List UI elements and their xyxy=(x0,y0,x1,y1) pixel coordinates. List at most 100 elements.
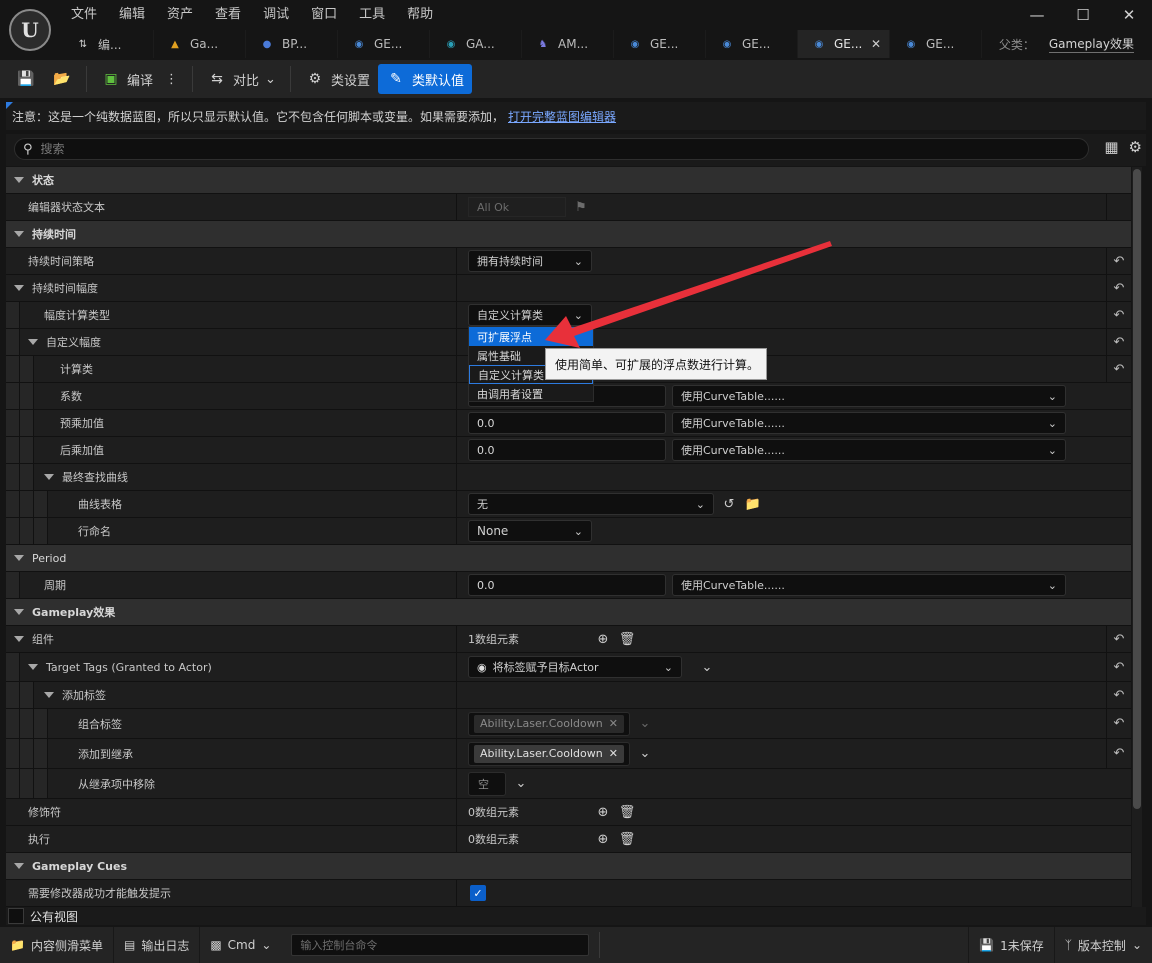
trash-icon[interactable]: 🗑 xyxy=(618,803,636,821)
reset-to-default-icon[interactable]: ↶ xyxy=(1106,302,1131,328)
chevron-down-icon[interactable] xyxy=(44,474,54,480)
chevron-down-icon[interactable] xyxy=(14,177,24,183)
details-scrollbar[interactable] xyxy=(1132,167,1142,907)
search-input[interactable] xyxy=(40,142,1041,156)
menu-asset[interactable]: 资产 xyxy=(156,0,204,30)
property-row[interactable]: 最终查找曲线 xyxy=(6,464,1131,491)
category-gameplay-cues[interactable]: Gameplay Cues xyxy=(6,853,1131,880)
reset-to-default-icon[interactable]: ↶ xyxy=(1106,275,1131,301)
curve-table-combo[interactable]: 使用CurveTable...... ⌄ xyxy=(672,385,1066,407)
use-selected-asset-icon[interactable]: ↺ xyxy=(720,495,738,513)
chevron-down-icon[interactable] xyxy=(14,609,24,615)
scrollbar-thumb[interactable] xyxy=(1133,169,1141,809)
parent-class-link[interactable]: Gameplay效果 xyxy=(1048,35,1134,53)
trash-icon[interactable]: 🗑 xyxy=(618,830,636,848)
document-tab[interactable]: ♞ AM... xyxy=(522,30,614,58)
reset-to-default-icon[interactable]: ↶ xyxy=(1106,739,1131,768)
dropdown-option-set-by-caller[interactable]: 由调用者设置 xyxy=(469,384,593,403)
document-tab[interactable]: ● BP... xyxy=(246,30,338,58)
reset-to-default-icon[interactable]: ↶ xyxy=(1106,329,1131,355)
compile-button[interactable]: ▣ 编译 ⋮ xyxy=(93,64,186,94)
chevron-down-icon[interactable] xyxy=(14,555,24,561)
magnitude-calc-type-combo[interactable]: 自定义计算类 ⌄ xyxy=(468,304,592,326)
minimize-icon[interactable]: — xyxy=(1014,0,1060,30)
class-settings-button[interactable]: ⚙ 类设置 xyxy=(297,64,378,94)
document-tab[interactable]: ▲ Ga... xyxy=(154,30,246,58)
document-tab[interactable]: ◉ GE... xyxy=(890,30,982,58)
edit-tags-chevron-icon[interactable]: ⌄ xyxy=(512,775,530,793)
unsaved-button[interactable]: 💾 1未保存 xyxy=(968,927,1055,963)
cmd-selector[interactable]: ▩ Cmd ⌄ xyxy=(200,927,281,963)
property-row[interactable]: 持续时间幅度 ↶ xyxy=(6,275,1131,302)
chevron-down-icon[interactable] xyxy=(28,664,38,670)
close-tab-icon[interactable]: ✕ xyxy=(871,37,881,51)
add-element-icon[interactable]: ⊕ xyxy=(594,630,612,648)
menu-debug[interactable]: 调试 xyxy=(252,0,300,30)
chevron-down-icon[interactable] xyxy=(14,231,24,237)
trash-icon[interactable]: 🗑 xyxy=(618,630,636,648)
output-log-button[interactable]: ▤ 输出日志 xyxy=(114,927,201,963)
menu-help[interactable]: 帮助 xyxy=(396,0,444,30)
unreal-logo-icon[interactable]: U xyxy=(9,9,51,51)
category-duration[interactable]: 持续时间 xyxy=(6,221,1131,248)
add-inherited-tags-container[interactable]: Ability.Laser.Cooldown ✕ xyxy=(468,741,630,766)
diff-button[interactable]: ⇆ 对比 ⌄ xyxy=(199,64,284,94)
menu-view[interactable]: 查看 xyxy=(204,0,252,30)
curve-table-asset-combo[interactable]: 无 ⌄ xyxy=(468,493,714,515)
curve-table-combo[interactable]: 使用CurveTable...... ⌄ xyxy=(672,439,1066,461)
reset-to-default-icon[interactable]: ↶ xyxy=(1106,248,1131,274)
element-options-chevron-icon[interactable]: ⌄ xyxy=(698,658,716,676)
document-tab[interactable]: ◉ GE... ✕ xyxy=(798,30,890,58)
chevron-down-icon[interactable] xyxy=(14,285,24,291)
maximize-icon[interactable]: ☐ xyxy=(1060,0,1106,30)
add-element-icon[interactable]: ⊕ xyxy=(594,803,612,821)
save-button[interactable]: 💾 xyxy=(8,64,44,94)
document-tab[interactable]: ◉ GE... xyxy=(338,30,430,58)
property-row[interactable]: Target Tags (Granted to Actor) ◉ 将标签赋予目标A… xyxy=(6,653,1131,682)
pre-multiply-input[interactable]: 0.0 xyxy=(468,412,666,434)
menu-window[interactable]: 窗口 xyxy=(300,0,348,30)
period-input[interactable]: 0.0 xyxy=(468,574,666,596)
row-name-combo[interactable]: None ⌄ xyxy=(468,520,592,542)
open-full-editor-link[interactable]: 打开完整蓝图编辑器 xyxy=(508,108,616,125)
category-gameplay-effect[interactable]: Gameplay效果 xyxy=(6,599,1131,626)
document-tab[interactable]: ◉ GA... xyxy=(430,30,522,58)
remove-inherited-tags-container[interactable]: 空 xyxy=(468,771,506,796)
dropdown-option-scalable-float[interactable]: 可扩展浮点 xyxy=(469,327,593,346)
remove-tag-icon[interactable]: ✕ xyxy=(609,747,618,760)
close-window-icon[interactable]: ✕ xyxy=(1106,0,1152,30)
chevron-down-icon[interactable] xyxy=(14,636,24,642)
chevron-down-icon[interactable] xyxy=(28,339,38,345)
edit-tags-chevron-icon[interactable]: ⌄ xyxy=(636,745,654,763)
category-period[interactable]: Period xyxy=(6,545,1131,572)
menu-file[interactable]: 文件 xyxy=(60,0,108,30)
document-tab[interactable]: ◉ GE... xyxy=(706,30,798,58)
menu-tools[interactable]: 工具 xyxy=(348,0,396,30)
reset-to-default-icon[interactable]: ↶ xyxy=(1106,653,1131,681)
chevron-down-icon[interactable] xyxy=(44,692,54,698)
console-command-input[interactable] xyxy=(292,935,589,955)
document-tab[interactable]: ⇅ 编... xyxy=(62,30,154,58)
category-status[interactable]: 状态 xyxy=(6,167,1131,194)
document-tab[interactable]: ◉ GE... xyxy=(614,30,706,58)
compile-options-icon[interactable]: ⋮ xyxy=(165,72,178,87)
reset-to-default-icon[interactable]: ↶ xyxy=(1106,626,1131,652)
add-element-icon[interactable]: ⊕ xyxy=(594,830,612,848)
curve-table-combo[interactable]: 使用CurveTable...... ⌄ xyxy=(672,412,1066,434)
duration-policy-combo[interactable]: 拥有持续时间 ⌄ xyxy=(468,250,592,272)
require-success-checkbox[interactable]: ✓ xyxy=(470,885,486,901)
browse-button[interactable]: 📂 xyxy=(44,64,80,94)
property-row[interactable]: 添加标签 ↶ xyxy=(6,682,1131,709)
content-drawer-button[interactable]: 📁 内容侧滑菜单 xyxy=(0,927,114,963)
settings-gear-icon[interactable]: ⚙ xyxy=(1129,138,1142,156)
browse-asset-icon[interactable]: 📁 xyxy=(744,495,762,513)
class-defaults-button[interactable]: ✎ 类默认值 xyxy=(377,64,472,94)
reset-to-default-icon[interactable]: ↶ xyxy=(1106,682,1131,708)
component-class-combo[interactable]: ◉ 将标签赋予目标Actor ⌄ xyxy=(468,656,682,678)
curve-table-combo[interactable]: 使用CurveTable...... ⌄ xyxy=(672,574,1066,596)
public-view-checkbox[interactable] xyxy=(8,908,24,924)
reset-to-default-icon[interactable]: ↶ xyxy=(1106,356,1131,382)
post-multiply-input[interactable]: 0.0 xyxy=(468,439,666,461)
tag-chip[interactable]: Ability.Laser.Cooldown ✕ xyxy=(474,744,624,763)
menu-edit[interactable]: 编辑 xyxy=(108,0,156,30)
